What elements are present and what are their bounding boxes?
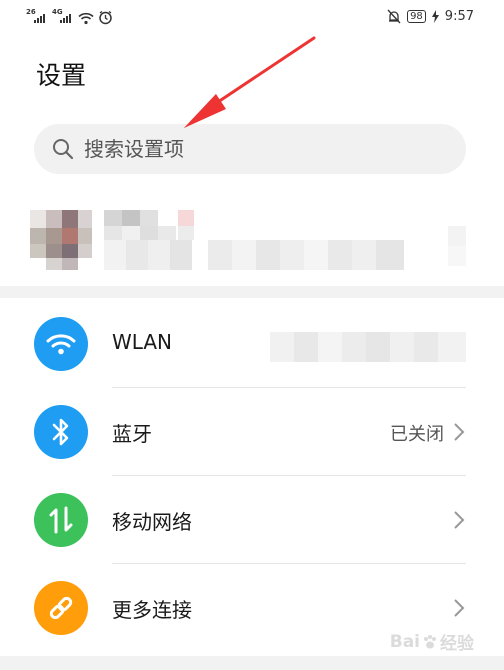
chevron-right-icon bbox=[454, 511, 465, 529]
paw-icon bbox=[424, 634, 436, 648]
settings-item-label: 移动网络 bbox=[112, 510, 192, 534]
watermark: Bai 经验 bbox=[389, 629, 474, 655]
search-icon bbox=[53, 139, 74, 160]
wifi-icon bbox=[34, 317, 88, 371]
charging-icon bbox=[431, 9, 439, 23]
mobile-data-icon bbox=[34, 493, 88, 547]
signal-icon: 4G bbox=[52, 9, 74, 25]
status-bar: 26 4G 98 9:57 bbox=[0, 0, 504, 32]
settings-item-label: WLAN bbox=[112, 330, 173, 354]
search-input[interactable] bbox=[82, 136, 446, 162]
link-icon bbox=[34, 581, 88, 635]
settings-item-label: 蓝牙 bbox=[112, 422, 152, 446]
account-card[interactable] bbox=[0, 200, 504, 280]
section-divider bbox=[0, 286, 504, 298]
watermark-text: Bai bbox=[389, 631, 420, 652]
settings-item-label: 更多连接 bbox=[112, 598, 192, 622]
section-divider bbox=[0, 656, 504, 670]
signal-icon: 26 bbox=[26, 9, 48, 25]
watermark-text: 经验 bbox=[440, 634, 474, 654]
search-bar[interactable] bbox=[34, 124, 466, 174]
clock: 9:57 bbox=[444, 8, 474, 24]
settings-item-value: 已关闭 bbox=[390, 424, 444, 445]
settings-item-mobile-network[interactable]: 移动网络 bbox=[0, 476, 504, 564]
settings-item-bluetooth[interactable]: 蓝牙 已关闭 bbox=[0, 388, 504, 476]
notification-off-icon bbox=[387, 9, 401, 23]
chevron-right-icon bbox=[454, 423, 465, 441]
battery-icon: 98 bbox=[407, 9, 426, 23]
status-left: 26 4G bbox=[26, 5, 113, 25]
bluetooth-icon bbox=[34, 405, 88, 459]
wifi-icon bbox=[78, 12, 94, 25]
alarm-icon bbox=[99, 10, 112, 25]
settings-item-wlan[interactable]: WLAN bbox=[0, 300, 504, 388]
page-title: 设置 bbox=[36, 61, 87, 90]
status-right: 98 9:57 bbox=[387, 7, 474, 25]
chevron-right-icon bbox=[454, 599, 465, 617]
